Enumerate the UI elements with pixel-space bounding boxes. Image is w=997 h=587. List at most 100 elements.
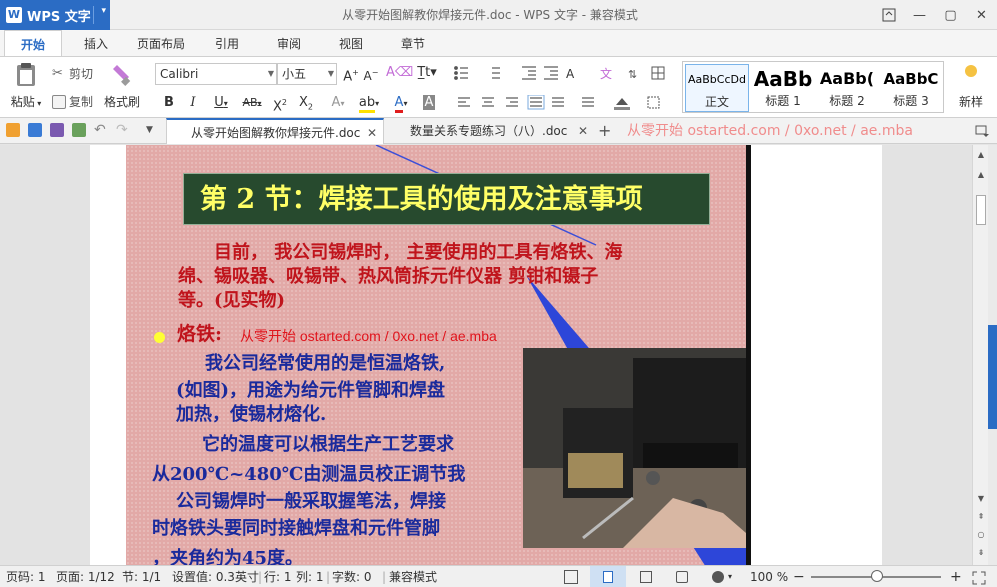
document-tabs-bar: ↶ ↷ ▼ 从零开始图解教你焊接元件.doc ✕ 数量关系专题练习（八）.doc…: [0, 118, 997, 144]
tab-chapter[interactable]: 章节: [386, 30, 440, 56]
style-gallery: AaBbCcDd 正文 AaBb 标题 1 AaBb( 标题 2 AaBbC 标…: [682, 61, 944, 113]
doc-tab[interactable]: 数量关系专题练习（八）.doc ✕: [386, 118, 594, 144]
tab-watermark: 从零开始 ostarted.com / 0xo.net / ae.mba: [627, 123, 913, 139]
document-workspace[interactable]: 第 2 节：焊接工具的使用及注意事项 目前， 我公司锡焊时， 主要使用的工具有烙…: [0, 145, 972, 565]
scrollbar-thumb[interactable]: [976, 195, 986, 225]
style-heading-1[interactable]: AaBb 标题 1: [751, 64, 815, 112]
style-name: 标题 1: [765, 94, 801, 108]
ribbon-collapse-icon[interactable]: [873, 0, 904, 30]
wps-logo-icon: W: [6, 7, 22, 23]
close-button[interactable]: ✕: [966, 0, 997, 30]
tab-list-icon[interactable]: [975, 124, 989, 138]
format-painter-button[interactable]: 格式刷: [102, 61, 142, 110]
title-bar: W WPS 文字 ▾ 从零开始图解教你焊接元件.doc - WPS 文字 - 兼…: [0, 0, 997, 30]
char-shading-icon[interactable]: A: [420, 93, 438, 113]
grow-font-icon[interactable]: A+: [342, 63, 360, 84]
highlight-icon[interactable]: ab▾: [354, 93, 384, 113]
close-icon[interactable]: ✕: [367, 120, 377, 146]
paste-button[interactable]: 粘贴 ▾: [6, 61, 46, 110]
browse-object-icon[interactable]: ○: [973, 527, 989, 543]
superscript-icon[interactable]: X2: [270, 93, 290, 114]
vertical-scrollbar[interactable]: ▲ ▲ ▼ ⇞ ○ ⇟: [972, 145, 988, 565]
intro-line: 目前， 我公司锡焊时， 主要使用的工具有烙铁、海: [178, 242, 623, 263]
bold-icon[interactable]: B: [160, 93, 178, 113]
paste-label: 粘贴: [10, 95, 35, 109]
style-normal[interactable]: AaBbCcDd 正文: [685, 64, 749, 112]
doc-tab-active[interactable]: 从零开始图解教你焊接元件.doc ✕: [166, 118, 384, 144]
open-icon[interactable]: [6, 123, 20, 137]
zoom-out-icon[interactable]: −: [793, 566, 805, 587]
subscript-icon[interactable]: X2: [296, 93, 316, 113]
strikethrough-icon[interactable]: AB▾: [238, 93, 266, 113]
zoom-in-icon[interactable]: +: [950, 566, 962, 587]
prev-page-icon[interactable]: ⇞: [973, 509, 989, 525]
save-icon[interactable]: [28, 123, 42, 137]
svg-text:A: A: [566, 67, 575, 81]
new-style-button[interactable]: 新样: [956, 61, 986, 110]
style-heading-2[interactable]: AaBb( 标题 2: [815, 64, 879, 112]
style-heading-3[interactable]: AaBbC 标题 3: [879, 64, 943, 112]
brush-icon: [107, 61, 137, 87]
copy-icon: [52, 94, 66, 109]
zoom-slider-thumb[interactable]: [871, 570, 883, 582]
tab-view[interactable]: 视图: [324, 30, 378, 56]
text-effect-icon[interactable]: A▾: [326, 93, 350, 113]
new-style-icon: [961, 61, 981, 87]
ribbon-home: 粘贴 ▾ ✂ 剪切 复制 格式刷 Calibri ▼ 小五 ▼ A+ A− A⌫…: [0, 56, 997, 118]
outline-view-icon[interactable]: [640, 571, 652, 583]
slide-title: 第 2 节：焊接工具的使用及注意事项: [183, 173, 710, 225]
window-title: 从零开始图解教你焊接元件.doc - WPS 文字 - 兼容模式: [342, 8, 638, 22]
side-panel-toggle[interactable]: [988, 325, 997, 429]
undo-icon[interactable]: ↶: [94, 123, 108, 137]
divider: [93, 6, 94, 24]
scroll-up-icon[interactable]: ▲: [973, 147, 989, 163]
style-sample: AaBbC: [883, 70, 939, 88]
body-line: ，夹角约为45度。: [152, 548, 304, 565]
close-icon[interactable]: ✕: [578, 118, 588, 144]
italic-icon[interactable]: I: [184, 93, 202, 113]
chevron-down-icon[interactable]: ▾: [728, 566, 732, 587]
zoom-level[interactable]: 100 %: [750, 566, 788, 587]
fit-window-icon[interactable]: [972, 570, 986, 585]
side-panel-strip: [988, 145, 997, 565]
svg-text:文: 文: [600, 66, 612, 81]
minimize-button[interactable]: —: [904, 0, 935, 30]
status-row: 行: 1: [264, 570, 292, 584]
underline-icon[interactable]: U▾: [208, 93, 234, 113]
body-line: 它的温度可以根据生产工艺要求: [202, 434, 454, 455]
style-name: 正文: [704, 95, 729, 109]
scroll-down-icon[interactable]: ▼: [973, 491, 989, 507]
scroll-up-icon[interactable]: ▲: [973, 167, 989, 183]
next-page-icon[interactable]: ⇟: [973, 545, 989, 561]
svg-text:⇅: ⇅: [628, 68, 637, 81]
tab-page-layout[interactable]: 页面布局: [128, 30, 194, 56]
clear-format-icon[interactable]: A⌫: [386, 63, 413, 83]
app-menu-button[interactable]: W WPS 文字 ▾: [0, 0, 110, 30]
chevron-down-icon[interactable]: ▾: [101, 6, 106, 16]
redo-icon[interactable]: ↷: [116, 123, 130, 137]
tab-insert[interactable]: 插入: [68, 30, 124, 56]
print-preview-icon[interactable]: [72, 123, 86, 137]
body-line: 时烙铁头要同时接触焊盘和元件管脚: [152, 518, 440, 539]
tab-review[interactable]: 审阅: [262, 30, 316, 56]
pinyin-icon[interactable]: T̲t▾: [412, 63, 442, 83]
maximize-button[interactable]: ▢: [935, 0, 966, 30]
style-name: 标题 3: [893, 94, 929, 108]
status-word-count[interactable]: 字数: 0: [332, 566, 372, 587]
font-name-select[interactable]: Calibri ▼: [155, 63, 277, 85]
chevron-down-icon[interactable]: ▼: [146, 123, 160, 137]
shrink-font-icon[interactable]: A−: [362, 63, 380, 83]
print-icon[interactable]: [50, 123, 64, 137]
style-name: 标题 2: [829, 94, 865, 108]
fullscreen-icon[interactable]: [564, 570, 578, 584]
tab-home[interactable]: 开始: [4, 30, 62, 56]
cut-button[interactable]: ✂ 剪切: [52, 65, 93, 82]
bullet: [154, 332, 165, 343]
tab-references[interactable]: 引用: [200, 30, 254, 56]
font-size-select[interactable]: 小五 ▼: [277, 63, 337, 85]
new-tab-icon[interactable]: +: [598, 118, 611, 144]
eye-protection-icon[interactable]: [712, 571, 724, 583]
font-color-icon[interactable]: A▾: [388, 93, 414, 113]
web-view-icon[interactable]: [676, 571, 688, 583]
copy-button[interactable]: 复制: [52, 93, 93, 110]
